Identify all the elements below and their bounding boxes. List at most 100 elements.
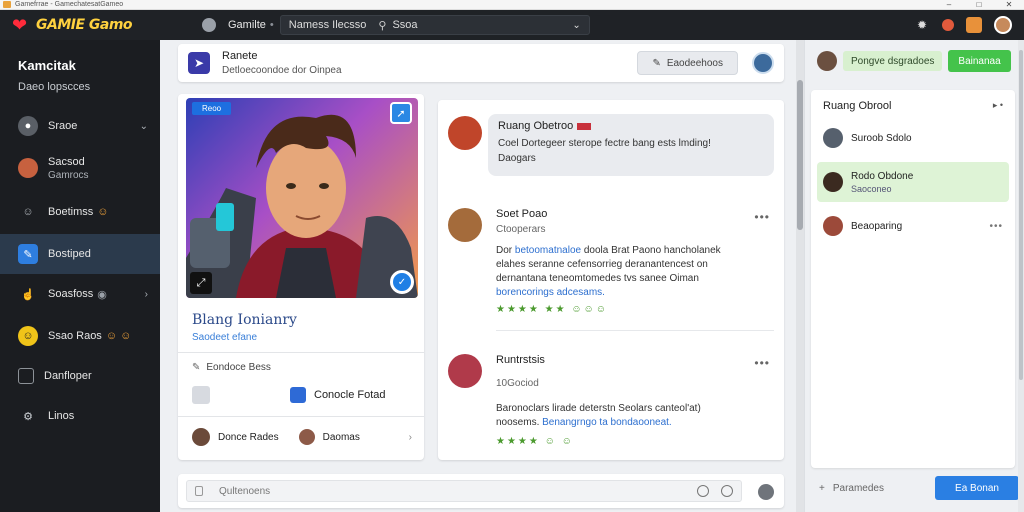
chat-list-controls[interactable]: ▸ • xyxy=(993,100,1003,111)
avatar[interactable] xyxy=(448,116,482,150)
app-icon xyxy=(3,1,11,8)
footer-label: Donce Rades xyxy=(218,431,279,443)
divider xyxy=(496,330,774,331)
puzzle-icon[interactable]: ✹ xyxy=(914,17,930,33)
post-body: Dor betoomatnaloe doola Brat Paono hanch… xyxy=(496,245,721,298)
sidebar-item-2[interactable]: ☺ Boetimss ☺ xyxy=(0,192,160,232)
nav-label[interactable]: Gamilte xyxy=(228,19,266,31)
sidebar-item-label: Sacsod Gamrocs xyxy=(48,155,89,181)
right-panel-bottom: + Paramedes Ea Bonan xyxy=(811,476,1019,500)
chat-item[interactable]: Rodo Obdone Saoconeo xyxy=(817,162,1009,202)
composer: Qultenoens xyxy=(178,474,784,508)
avatar xyxy=(823,128,843,148)
right-panel-top: Pongve dsgradoes Bainanaa xyxy=(817,50,1013,72)
message-input[interactable]: Qultenoens xyxy=(186,480,742,502)
sidebar-header: Kamcitak Daeo lopscces xyxy=(0,40,160,93)
divider xyxy=(178,352,424,353)
attach-icon[interactable] xyxy=(195,486,203,496)
action-button[interactable]: Bainanaa xyxy=(948,50,1011,72)
send-icon[interactable] xyxy=(758,484,774,500)
avatar[interactable] xyxy=(752,52,774,74)
reactions[interactable]: ★★★★ ☺ ☺ xyxy=(496,436,574,447)
post-author[interactable]: Soet Poao xyxy=(496,208,547,220)
post-author[interactable]: Runtrstsis xyxy=(496,354,545,366)
window-titlebar: Gamefrrae - GamechatesatGameo – □ ✕ xyxy=(0,0,1024,10)
footer-label: Daomas xyxy=(322,431,360,443)
send-button[interactable]: Ea Bonan xyxy=(935,476,1019,500)
game-hero-image[interactable]: Reoo ➚ ⤢ ✓ xyxy=(186,98,418,298)
more-options-icon[interactable]: ••• xyxy=(754,210,770,224)
app-logo[interactable]: ❤ GAMIE Gamo xyxy=(12,16,172,34)
search-icon: ⚲ xyxy=(378,19,387,32)
plus-icon: + xyxy=(819,482,825,494)
post-text: Daogars xyxy=(498,153,536,164)
chat-icon: ✎ xyxy=(18,244,38,264)
chat-item[interactable]: Beaoparing ••• xyxy=(817,206,1009,246)
chat-item-name: Beaoparing xyxy=(851,220,903,232)
chat-item-text: Rodo Obdone Saoconeo xyxy=(851,170,914,194)
search-input[interactable]: Namess Ilecsso ⚲ Ssoa ⌄ xyxy=(279,15,590,35)
chat-list-header: Ruang Obrool xyxy=(823,100,892,112)
chat-input[interactable]: + Paramedes xyxy=(811,476,919,500)
maximize-icon[interactable]: □ xyxy=(964,0,994,9)
scrollbar-thumb[interactable] xyxy=(797,80,803,230)
image-icon[interactable] xyxy=(721,485,733,497)
expand-icon[interactable]: ⤢ xyxy=(190,272,212,294)
chevron-down-icon[interactable]: ⌄ xyxy=(572,20,580,31)
game-card-footer[interactable]: Donce Rades Daomas › xyxy=(192,428,412,446)
sidebar-item-1[interactable]: Sacsod Gamrocs xyxy=(0,148,160,188)
avatar xyxy=(298,429,315,445)
right-scrollbar[interactable] xyxy=(1018,40,1024,512)
post-meta: Ctooperars xyxy=(496,224,546,235)
sidebar-item-4[interactable]: ☝ Soasfoss ◉ › xyxy=(0,274,160,314)
post-author[interactable]: Ruang Obetroo xyxy=(498,120,764,132)
emoji-icon[interactable] xyxy=(697,485,709,497)
pencil-icon: ✎ xyxy=(652,57,661,69)
main-scrollbar[interactable] xyxy=(796,40,804,512)
notification-icon[interactable] xyxy=(942,19,954,31)
edit-button[interactable]: ✎ Eaodeehoos xyxy=(637,51,738,75)
search-secondary: Ssoa xyxy=(392,19,418,31)
gamepad-icon[interactable] xyxy=(202,18,216,32)
console-icon[interactable] xyxy=(290,387,306,403)
sidebar-item-3[interactable]: ✎ Bostiped xyxy=(0,234,160,274)
more-options-icon[interactable]: ••• xyxy=(754,356,770,370)
sidebar-title: Kamcitak xyxy=(18,58,76,73)
chat-item[interactable]: Suroob Sdolo xyxy=(817,118,1009,158)
sidebar-item-5[interactable]: ☺ Ssao Raos ☺ ☺ xyxy=(0,316,160,356)
avatar[interactable] xyxy=(448,208,482,242)
sidebar-item-label: Sraoe xyxy=(48,120,78,132)
game-tile-row: Conocle Fotad xyxy=(192,386,424,404)
thumbs-up-icon: ☝ xyxy=(21,288,35,301)
folder-icon xyxy=(18,368,34,384)
top-actions: ✹ xyxy=(902,16,1012,34)
avatar[interactable] xyxy=(448,354,482,388)
app-tile-icon[interactable] xyxy=(192,386,210,404)
share-icon[interactable]: ➚ xyxy=(390,102,412,124)
sidebar-item-label: Boetimss xyxy=(48,206,94,218)
sidebar-item-7[interactable]: ⚙ Linos xyxy=(0,396,160,436)
game-info-row[interactable]: ✎ Eondoce Bess xyxy=(192,362,271,373)
reactions[interactable]: ★★★★ ★★ ☺☺☺ xyxy=(496,304,608,315)
sidebar-item-label: Ssao Raos xyxy=(48,330,102,342)
emoji-icon: ☺ xyxy=(97,206,109,218)
avatar xyxy=(823,216,843,236)
game-title[interactable]: Blang Ionianry xyxy=(192,312,297,328)
sidebar-item-label: Soasfoss xyxy=(48,288,94,300)
sidebar-item-label: Linos xyxy=(48,410,75,422)
scrollbar-thumb[interactable] xyxy=(1019,50,1023,380)
sidebar-item-0[interactable]: ● Sraoe ⌄ xyxy=(0,106,160,146)
console-label[interactable]: Conocle Fotad xyxy=(314,389,386,401)
pencil-icon: ✎ xyxy=(192,362,201,373)
gift-icon[interactable] xyxy=(966,17,982,33)
minimize-icon[interactable]: – xyxy=(934,0,964,9)
sidebar-item-6[interactable]: Danfloper xyxy=(0,356,160,396)
avatar[interactable] xyxy=(817,51,837,71)
game-badge: Reoo xyxy=(192,102,232,115)
game-subtitle[interactable]: Saodeet efane xyxy=(192,332,257,343)
more-options-icon[interactable]: ••• xyxy=(989,221,1003,232)
user-avatar[interactable] xyxy=(994,16,1012,34)
hero-character-art xyxy=(186,114,418,298)
close-icon[interactable]: ✕ xyxy=(994,0,1024,9)
status-chip[interactable]: Pongve dsgradoes xyxy=(843,51,943,71)
